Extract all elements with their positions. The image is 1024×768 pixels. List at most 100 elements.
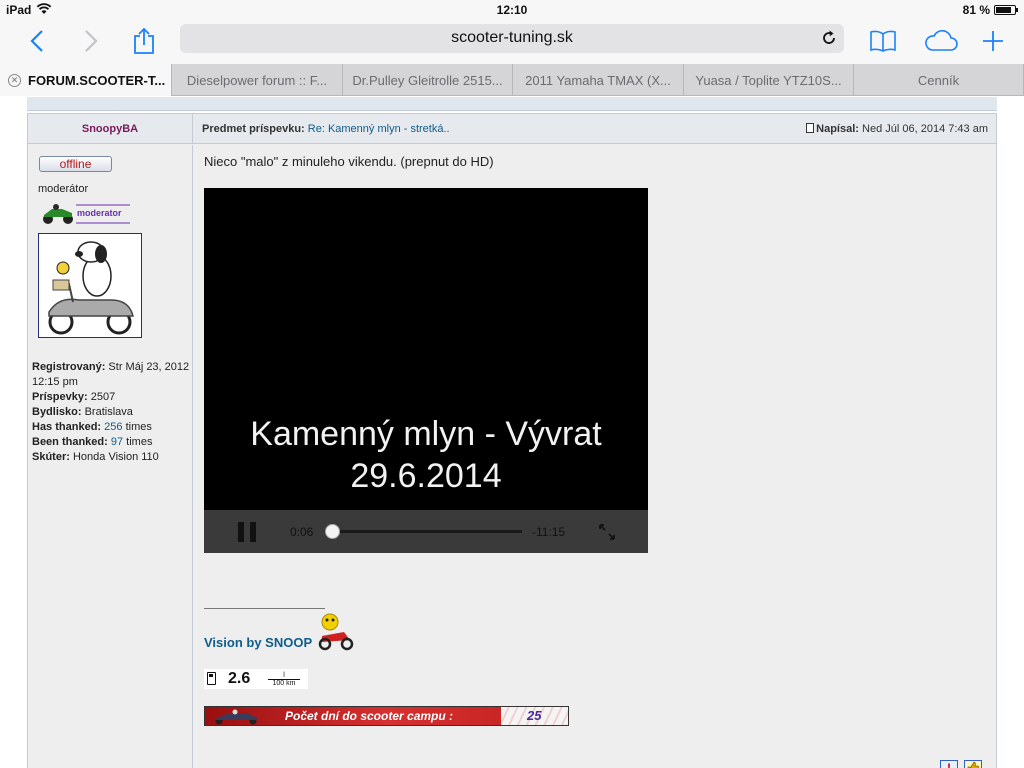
clock: 12:10 [496, 3, 528, 17]
subject-label: Predmet príspevku: [202, 123, 305, 135]
video-title-line2: 29.6.2014 [350, 457, 502, 495]
battery-fill [996, 7, 1011, 13]
tab-yuasa[interactable]: Yuasa / Toplite YTZ10S... [683, 64, 853, 96]
user-role: moderátor [38, 183, 89, 195]
battery-percent: 81 % [962, 3, 990, 17]
forward-button[interactable] [74, 24, 108, 58]
tab-cennik[interactable]: Cenník [853, 64, 1024, 96]
author-name[interactable]: SnoopyBA [28, 114, 193, 144]
profile-details: Registrovaný: Str Máj 23, 2012 12:15 pm … [32, 360, 190, 465]
post-icon[interactable] [806, 123, 815, 133]
registered-label: Registrovaný: [32, 361, 106, 373]
fuel-consumption-badge: 2.6 l 100 km [204, 669, 308, 689]
tab-forum-scooter[interactable]: ✕ FORUM.SCOOTER-T... [0, 64, 171, 96]
snoopy-scooter-avatar [39, 234, 141, 337]
video-current-time: 0:06 [290, 525, 314, 539]
chevron-left-icon [30, 30, 43, 52]
tab-label: FORUM.SCOOTER-T... [28, 72, 166, 88]
signature-divider [204, 608, 325, 609]
browser-toolbar: scooter-tuning.sk [0, 20, 1024, 64]
tab-yamaha[interactable]: 2011 Yamaha TMAX (X... [512, 64, 683, 96]
tab-label: Dieselpower forum :: F... [186, 72, 328, 88]
been-thanked-link[interactable]: 97 [111, 436, 123, 448]
tab-dieselpower[interactable]: Dieselpower forum :: F... [171, 64, 342, 96]
video-controls: 0:06 -11:15 [204, 510, 648, 553]
book-icon [870, 30, 896, 52]
posts-label: Príspevky: [32, 391, 88, 403]
web-page: SnoopyBA Predmet príspevku: Re: Kamenný … [0, 97, 1024, 768]
reload-icon [823, 30, 835, 44]
video-title: Kamenný mlyn - Vývrat 29.6.2014 [204, 413, 648, 497]
tab-label: Yuasa / Toplite YTZ10S... [695, 72, 842, 88]
moderator-badge: moderator [40, 203, 132, 225]
scooter-value: Honda Vision 110 [72, 451, 159, 463]
signature-link[interactable]: Vision by SNOOP [204, 635, 312, 650]
exclamation-icon: ! [947, 761, 951, 768]
thank-post-button[interactable] [964, 760, 982, 768]
moderator-badge-label: moderator [77, 208, 122, 218]
address-bar[interactable]: scooter-tuning.sk [180, 24, 844, 53]
chevron-right-icon [85, 30, 98, 52]
times-text: times [126, 436, 153, 448]
video-progress-slider[interactable] [324, 524, 522, 539]
video-player[interactable]: Kamenný mlyn - Vývrat 29.6.2014 0:06 -11… [204, 188, 648, 553]
video-remaining-time: -11:15 [532, 525, 566, 539]
close-tab-icon[interactable]: ✕ [8, 74, 21, 87]
plus-icon [983, 31, 1003, 51]
tab-bar: ✕ FORUM.SCOOTER-T... Dieselpower forum :… [0, 64, 1024, 96]
location-value: Bratislava [84, 406, 133, 418]
has-thanked-label: Has thanked: [32, 421, 102, 433]
video-title-line1: Kamenný mlyn - Vývrat [250, 415, 602, 453]
new-tab-button[interactable] [976, 24, 1010, 58]
offline-status-button[interactable]: offline [39, 156, 112, 172]
icloud-tabs-button[interactable] [921, 24, 961, 58]
posted-label: Napísal: [816, 123, 859, 135]
share-icon [134, 27, 154, 54]
author-profile: offline moderátor moderator Registrovaný… [28, 145, 193, 768]
battery-icon [994, 5, 1018, 15]
fuel-unit: l 100 km [268, 672, 300, 687]
fuel-pump-icon [207, 672, 216, 685]
share-button[interactable] [127, 24, 161, 58]
scooter-camp-countdown-banner[interactable]: Počet dní do scooter campu : 25 [204, 706, 569, 726]
scooter-label: Skúter: [32, 451, 70, 463]
location-label: Bydlisko: [32, 406, 82, 418]
post-date: Napísal: Ned Júl 06, 2014 7:43 am [806, 114, 988, 144]
posted-date: Ned Júl 06, 2014 7:43 am [862, 123, 988, 135]
subject-link[interactable]: Re: Kamenný mlyn - stretká.. [308, 123, 450, 135]
fuel-unit-distance: 100 km [272, 680, 296, 687]
post-text: Nieco "malo" z minuleho vikendu. (prepnu… [204, 154, 494, 169]
bookmarks-button[interactable] [866, 24, 900, 58]
tab-label: Cenník [917, 72, 960, 88]
avatar [38, 233, 142, 338]
smiley-scooter-icon [316, 612, 356, 652]
cloud-icon [925, 30, 958, 51]
fuel-unit-liters: l [268, 672, 300, 680]
times-text: times [125, 421, 152, 433]
posts-count: 2507 [90, 391, 116, 403]
tab-label: 2011 Yamaha TMAX (X... [525, 72, 671, 88]
reload-button[interactable] [820, 29, 838, 47]
fuel-value: 2.6 [228, 670, 251, 687]
expand-icon [599, 524, 615, 540]
has-thanked-link[interactable]: 256 [104, 421, 122, 433]
forum-post: SnoopyBA Predmet príspevku: Re: Kamenný … [27, 113, 997, 768]
url-text: scooter-tuning.sk [451, 29, 573, 46]
post-header: SnoopyBA Predmet príspevku: Re: Kamenný … [28, 114, 996, 144]
motorbike-icon [215, 709, 257, 725]
video-scrubber-knob[interactable] [324, 524, 340, 539]
post-subject: Predmet príspevku: Re: Kamenný mlyn - st… [202, 114, 450, 144]
countdown-number: 25 [527, 708, 542, 723]
pause-button[interactable] [238, 522, 258, 542]
post-body: Nieco "malo" z minuleho vikendu. (prepnu… [194, 145, 996, 768]
fullscreen-button[interactable] [598, 523, 616, 541]
previous-post-footer [27, 97, 997, 111]
countdown-text: Počet dní do scooter campu : [285, 709, 454, 723]
tab-drpulley[interactable]: Dr.Pulley Gleitrolle 2515... [342, 64, 512, 96]
status-bar: iPad 12:10 81 % [0, 0, 1024, 20]
been-thanked-label: Been thanked: [32, 436, 108, 448]
back-button[interactable] [20, 24, 54, 58]
tab-label: Dr.Pulley Gleitrolle 2515... [352, 72, 503, 88]
report-post-button[interactable]: ! [940, 760, 958, 768]
thumbs-up-icon [967, 761, 980, 768]
